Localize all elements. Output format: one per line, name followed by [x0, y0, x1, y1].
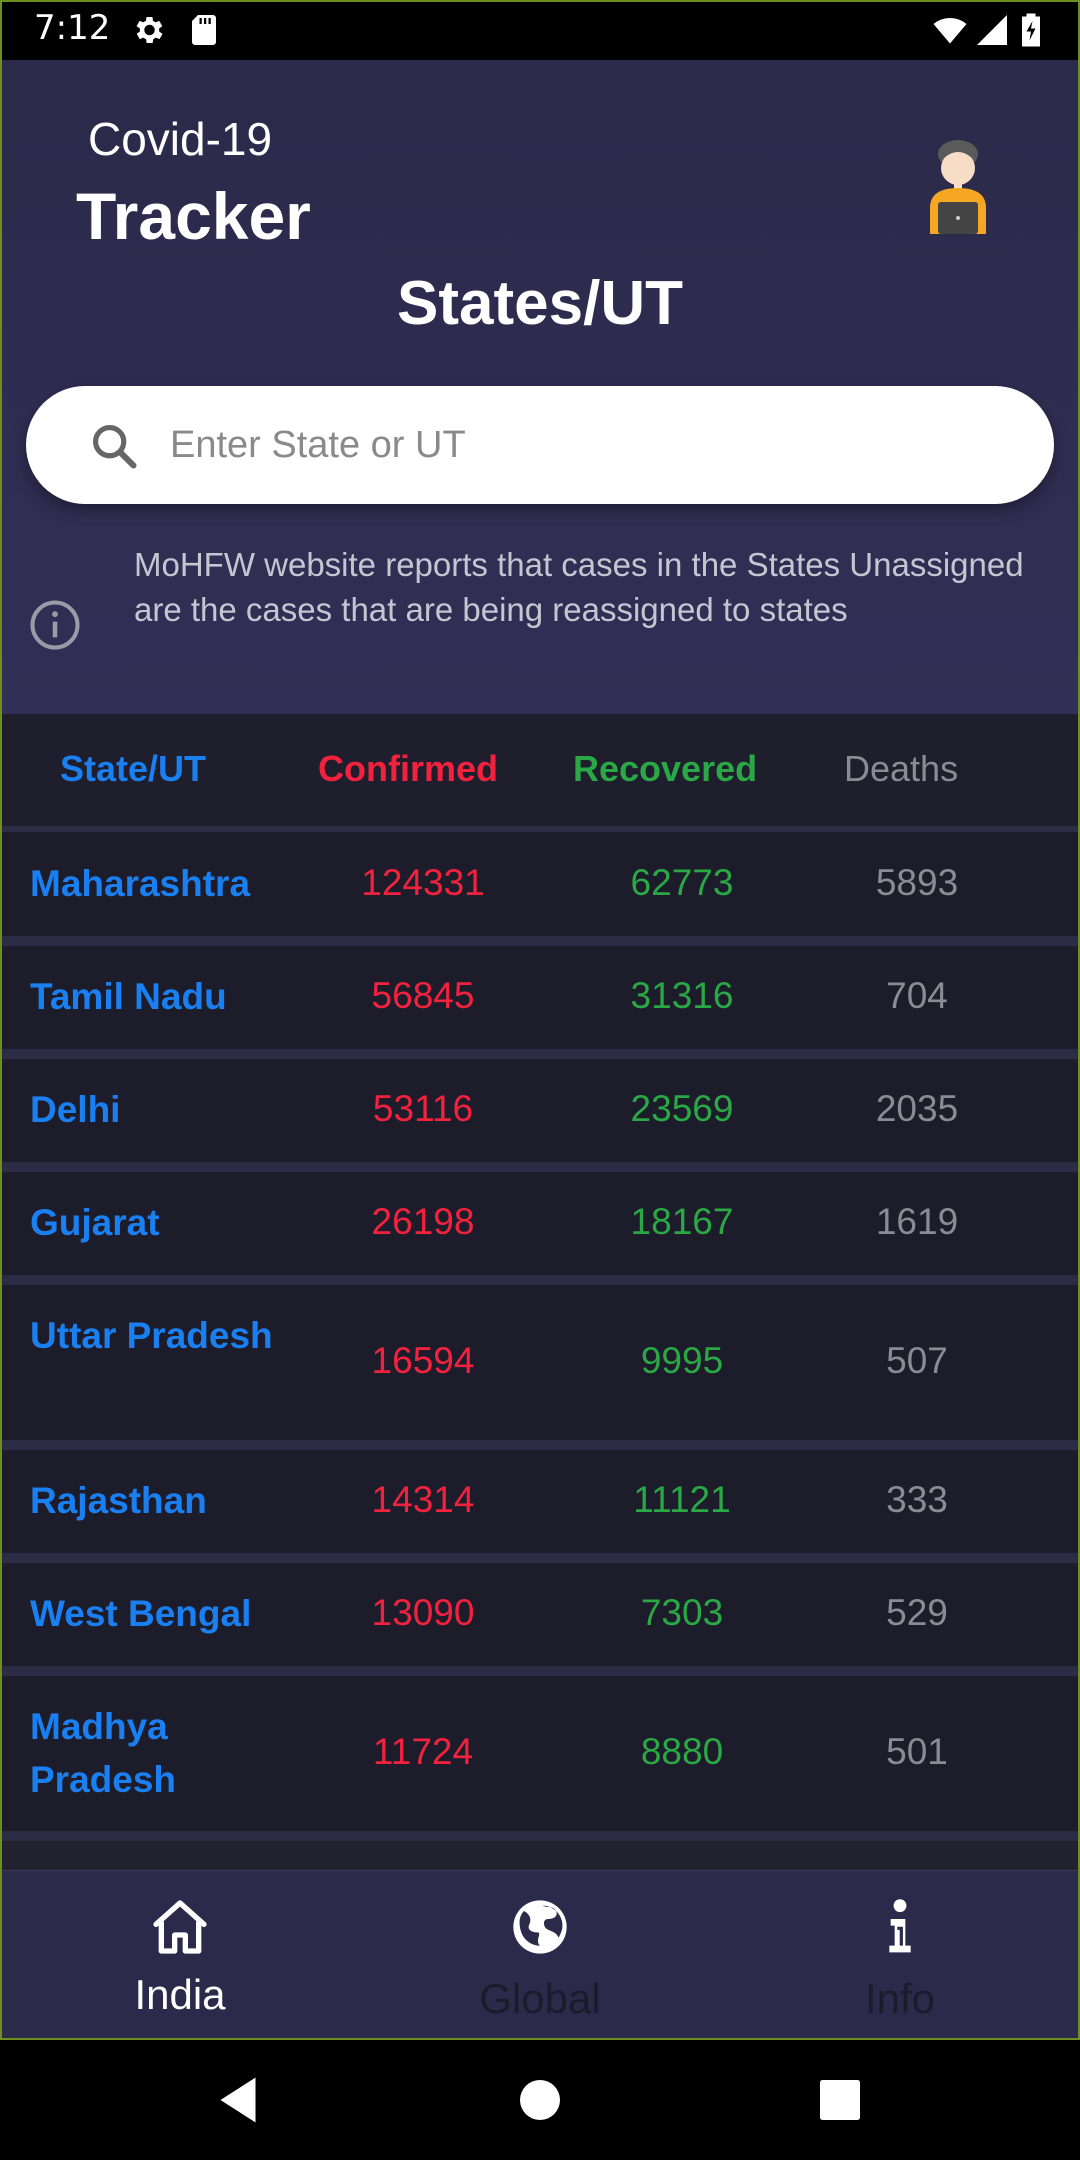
recovered-value: 8880 — [640, 1731, 724, 1772]
notice-banner: MoHFW website reports that cases in the … — [0, 542, 1080, 714]
app-title: Tracker — [76, 179, 311, 253]
home-circle-icon[interactable] — [510, 2070, 570, 2130]
recovered-value: 18167 — [630, 1201, 734, 1242]
header-recovered[interactable]: Recovered — [573, 748, 757, 790]
deaths-value: 507 — [886, 1340, 948, 1381]
status-bar: 7:12 — [0, 0, 1080, 60]
confirmed-value: 13090 — [371, 1592, 475, 1633]
deaths-value: 1619 — [875, 1201, 959, 1242]
state-name: Gujarat — [30, 1202, 160, 1243]
header-state[interactable]: State/UT — [60, 748, 206, 790]
notice-text: MoHFW website reports that cases in the … — [134, 546, 1024, 628]
recovered-value: 23569 — [630, 1088, 734, 1129]
recents-icon[interactable] — [810, 2070, 870, 2130]
search-bar[interactable] — [26, 386, 1054, 504]
state-name: Uttar Pradesh — [30, 1315, 273, 1356]
table-header: State/UT Confirmed Recovered Deaths — [0, 714, 1080, 832]
nav-label-global: Global — [479, 1975, 601, 2022]
confirmed-value: 56845 — [371, 975, 475, 1016]
battery-charging-icon — [1022, 13, 1040, 47]
table-row[interactable]: Madhya Pradesh 11724 8880 501 — [0, 1676, 1080, 1841]
recovered-value: 11121 — [633, 1479, 731, 1520]
globe-icon — [513, 1900, 567, 1954]
search-input[interactable] — [168, 404, 1012, 486]
status-time: 7:12 — [34, 8, 111, 48]
deaths-value: 5893 — [875, 862, 959, 903]
home-icon — [153, 1900, 207, 1954]
back-icon[interactable] — [208, 2070, 268, 2130]
settings-gear-icon — [136, 16, 163, 44]
deaths-value: 704 — [886, 975, 948, 1016]
table-row[interactable]: Uttar Pradesh 16594 9995 507 — [0, 1285, 1080, 1450]
nav-tab-info[interactable]: Info — [720, 1871, 1080, 2039]
state-name: Tamil Nadu — [30, 976, 227, 1017]
wifi-icon — [933, 17, 967, 44]
state-name: West Bengal — [30, 1593, 252, 1634]
state-name: Rajasthan — [30, 1480, 207, 1521]
header-confirmed[interactable]: Confirmed — [318, 748, 498, 790]
table-row[interactable]: Maharashtra 124331 62773 5893 — [0, 832, 1080, 946]
table-row[interactable]: Tamil Nadu 56845 31316 704 — [0, 946, 1080, 1059]
state-name: Delhi — [30, 1089, 121, 1130]
table-row[interactable]: Rajasthan 14314 11121 333 — [0, 1450, 1080, 1563]
info-circle-icon — [30, 600, 80, 650]
nav-label-info: Info — [864, 1975, 936, 2022]
system-nav-bar — [0, 2040, 1080, 2160]
info-icon — [889, 1899, 911, 1953]
table-row[interactable]: Delhi 53116 23569 2035 — [0, 1059, 1080, 1172]
cell-signal-icon — [977, 15, 1007, 45]
confirmed-value: 124331 — [361, 862, 485, 903]
app-title-small: Covid-19 — [88, 113, 273, 165]
state-name: Madhya Pradesh — [30, 1706, 177, 1800]
deaths-value: 529 — [886, 1592, 948, 1633]
deaths-value: 2035 — [875, 1088, 959, 1129]
confirmed-value: 14314 — [371, 1479, 475, 1520]
header: Covid-19 Tracker States/UT M — [0, 60, 1080, 714]
states-table: State/UT Confirmed Recovered Deaths Maha… — [0, 714, 1080, 1870]
deaths-value: 333 — [886, 1479, 948, 1520]
nav-tab-india[interactable]: India — [0, 1871, 360, 2039]
table-rows: Maharashtra 124331 62773 5893 Tamil Nadu… — [0, 832, 1080, 1841]
state-name: Maharashtra — [30, 863, 251, 904]
page-title: States/UT — [397, 269, 683, 338]
confirmed-value: 16594 — [371, 1340, 475, 1381]
deaths-value: 501 — [886, 1731, 948, 1772]
avatar-icon[interactable] — [922, 136, 994, 236]
sd-card-icon — [192, 15, 216, 45]
recovered-value: 31316 — [630, 975, 734, 1016]
confirmed-value: 53116 — [372, 1088, 474, 1129]
recovered-value: 9995 — [640, 1340, 724, 1381]
nav-tab-global[interactable]: Global — [360, 1871, 720, 2039]
recovered-value: 62773 — [630, 862, 734, 903]
table-row[interactable]: West Bengal 13090 7303 529 — [0, 1563, 1080, 1676]
bottom-nav: India Global Info — [0, 1870, 1080, 2039]
table-row[interactable]: Gujarat 26198 18167 1619 — [0, 1172, 1080, 1285]
confirmed-value: 11724 — [372, 1731, 474, 1772]
search-icon — [92, 424, 137, 469]
confirmed-value: 26198 — [371, 1201, 475, 1242]
nav-label-india: India — [134, 1971, 226, 2018]
header-deaths[interactable]: Deaths — [844, 748, 958, 790]
app-screen: 7:12 Covid-19 Tracker States/UT Enter St… — [0, 0, 1080, 2160]
recovered-value: 7303 — [640, 1592, 724, 1633]
